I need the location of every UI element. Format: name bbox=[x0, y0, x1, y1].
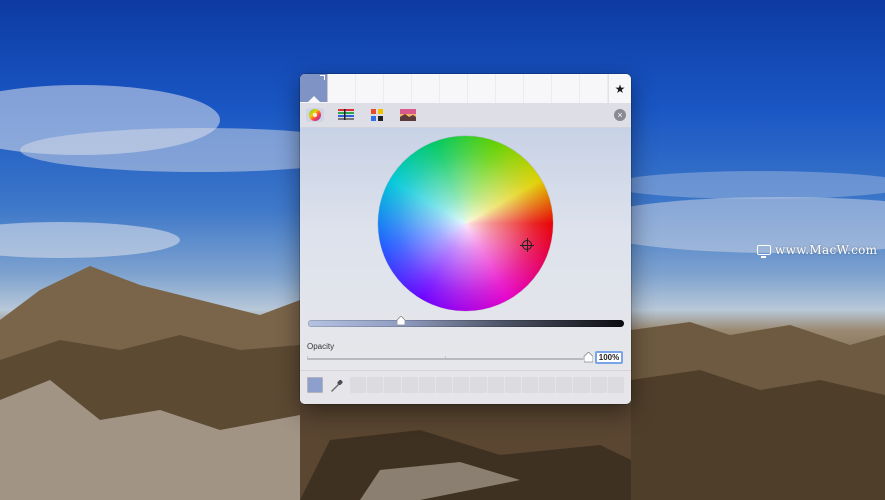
favorite-slot[interactable] bbox=[496, 74, 524, 103]
empty-swatch[interactable] bbox=[418, 377, 435, 393]
crosshair-icon[interactable] bbox=[520, 238, 534, 252]
color-wheel[interactable] bbox=[378, 136, 553, 311]
watermark: www.MacW.com bbox=[757, 241, 877, 259]
empty-swatch[interactable] bbox=[367, 377, 384, 393]
opacity-tick bbox=[307, 356, 308, 358]
mode-toolbar: × bbox=[300, 103, 631, 128]
star-icon: ★ bbox=[614, 81, 626, 96]
favorite-slot[interactable] bbox=[580, 74, 608, 103]
empty-swatch[interactable] bbox=[453, 377, 470, 393]
eyedropper-icon[interactable] bbox=[330, 377, 344, 393]
favorite-slot[interactable] bbox=[440, 74, 468, 103]
empty-swatch[interactable] bbox=[607, 377, 624, 393]
favorite-slot[interactable] bbox=[524, 74, 552, 103]
empty-swatch[interactable] bbox=[384, 377, 401, 393]
color-sliders-icon bbox=[338, 109, 354, 120]
favorite-slot[interactable] bbox=[412, 74, 440, 103]
image-palettes-mode-button[interactable] bbox=[399, 108, 417, 122]
favorite-slot[interactable] bbox=[328, 74, 356, 103]
selected-color-well[interactable] bbox=[307, 377, 323, 393]
slider-thumb-icon[interactable] bbox=[584, 352, 593, 363]
favorite-swatches-row: ★ bbox=[300, 74, 631, 104]
favorite-slot[interactable] bbox=[468, 74, 496, 103]
favorite-slot[interactable] bbox=[384, 74, 412, 103]
color-sliders-mode-button[interactable] bbox=[337, 108, 355, 122]
opacity-label: Opacity bbox=[307, 342, 335, 351]
image-palettes-icon bbox=[400, 109, 416, 121]
empty-swatch[interactable] bbox=[401, 377, 418, 393]
bottom-toolbar bbox=[300, 371, 631, 404]
color-wheel-area: Opacity 100% bbox=[300, 128, 631, 388]
color-wheel-icon bbox=[309, 109, 321, 121]
slider-thumb-icon[interactable] bbox=[397, 316, 406, 326]
empty-swatch[interactable] bbox=[539, 377, 556, 393]
empty-swatch[interactable] bbox=[504, 377, 521, 393]
brightness-slider[interactable] bbox=[308, 316, 624, 327]
opacity-value-field[interactable]: 100% bbox=[595, 351, 623, 364]
color-picker-panel: ★ × Opacity 100% bbox=[300, 74, 631, 404]
color-palettes-mode-button[interactable] bbox=[368, 108, 386, 122]
empty-swatch[interactable] bbox=[556, 377, 573, 393]
opacity-tick bbox=[445, 356, 446, 358]
close-button[interactable]: × bbox=[614, 109, 626, 121]
color-palettes-icon bbox=[371, 109, 383, 121]
favorite-slot[interactable] bbox=[356, 74, 384, 103]
color-wheel-mode-button[interactable] bbox=[306, 108, 324, 122]
empty-swatch[interactable] bbox=[435, 377, 453, 393]
empty-swatch[interactable] bbox=[521, 377, 539, 393]
favorites-star-button[interactable]: ★ bbox=[608, 74, 631, 103]
corner-mark bbox=[320, 75, 325, 80]
empty-swatch[interactable] bbox=[573, 377, 590, 393]
empty-swatch[interactable] bbox=[470, 377, 487, 393]
favorite-slot[interactable] bbox=[552, 74, 580, 103]
favorite-slots bbox=[328, 74, 608, 103]
current-color-swatch[interactable] bbox=[300, 74, 328, 102]
watermark-text: www.MacW.com bbox=[775, 243, 878, 257]
custom-swatch-grid bbox=[350, 377, 624, 393]
opacity-slider[interactable] bbox=[307, 352, 593, 363]
empty-swatch[interactable] bbox=[590, 377, 607, 393]
monitor-icon bbox=[757, 245, 771, 258]
empty-swatch[interactable] bbox=[487, 377, 504, 393]
notch-mark bbox=[308, 96, 320, 102]
empty-swatch[interactable] bbox=[350, 377, 367, 393]
